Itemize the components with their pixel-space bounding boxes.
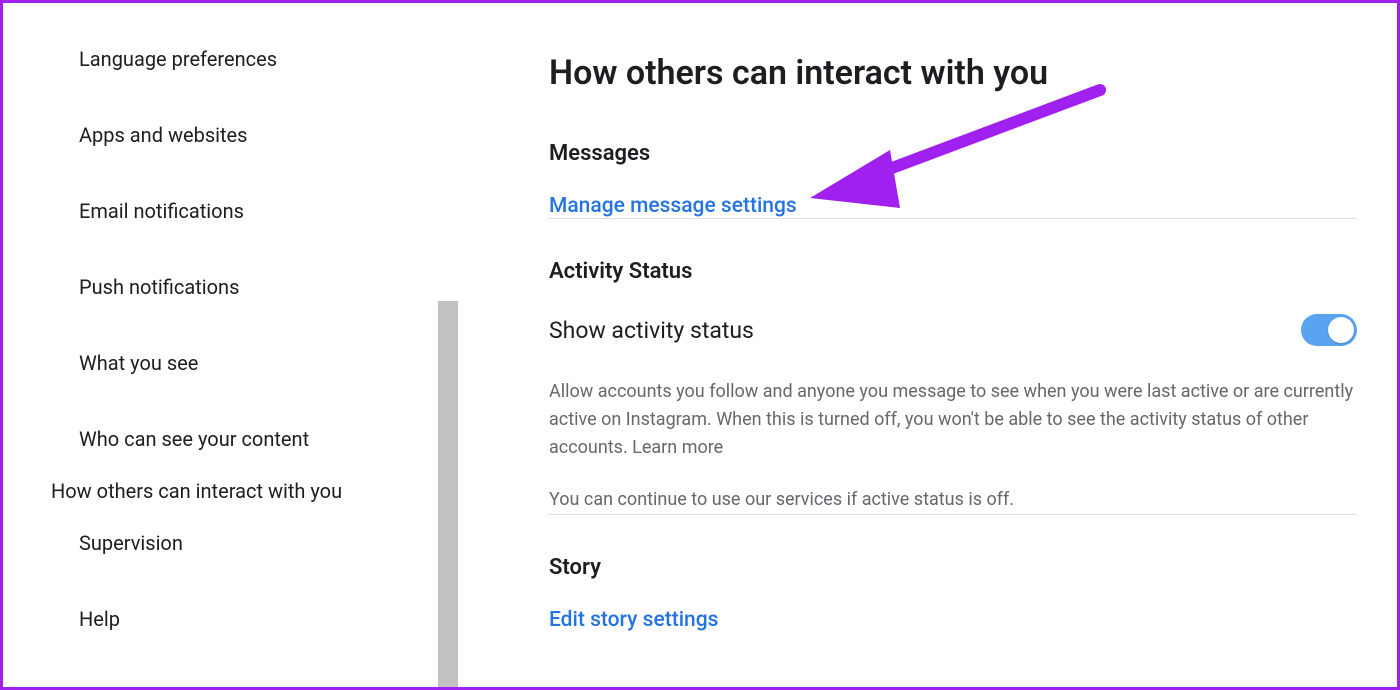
settings-main: How others can interact with you Message… xyxy=(459,3,1397,687)
toggle-knob xyxy=(1328,317,1354,343)
sidebar-item-how-others-can-interact[interactable]: How others can interact with you xyxy=(3,477,458,505)
edit-story-settings-link[interactable]: Edit story settings xyxy=(549,608,718,632)
section-divider xyxy=(549,218,1357,219)
activity-status-label: Show activity status xyxy=(549,317,754,344)
section-heading-messages: Messages xyxy=(549,141,1357,166)
sidebar-item-help[interactable]: Help xyxy=(3,581,458,657)
sidebar-item-push-notifications[interactable]: Push notifications xyxy=(3,249,458,325)
sidebar-item-how-others-can-interact-label: How others can interact with you xyxy=(51,477,410,505)
sidebar-item-supervision[interactable]: Supervision xyxy=(3,505,458,581)
activity-status-row: Show activity status xyxy=(549,314,1357,346)
section-divider xyxy=(549,514,1357,515)
settings-sidebar: Language preferences Apps and websites E… xyxy=(3,3,458,687)
sidebar-item-who-can-see-your-content[interactable]: Who can see your content xyxy=(3,401,458,477)
sidebar-item-apps-and-websites[interactable]: Apps and websites xyxy=(3,97,458,173)
section-heading-activity-status: Activity Status xyxy=(549,259,1357,284)
sidebar-scroll[interactable]: Language preferences Apps and websites E… xyxy=(3,21,458,687)
section-story: Story Edit story settings xyxy=(549,555,1357,632)
manage-message-settings-link[interactable]: Manage message settings xyxy=(549,194,797,218)
sidebar-item-what-you-see[interactable]: What you see xyxy=(3,325,458,401)
sidebar-item-language-preferences[interactable]: Language preferences xyxy=(3,21,458,97)
sidebar-scrollbar-thumb[interactable] xyxy=(438,301,458,690)
page-title: How others can interact with you xyxy=(549,53,1357,93)
section-heading-story: Story xyxy=(549,555,1357,580)
activity-status-description-2: You can continue to use our services if … xyxy=(549,486,1357,514)
sidebar-item-email-notifications[interactable]: Email notifications xyxy=(3,173,458,249)
activity-status-description-1: Allow accounts you follow and anyone you… xyxy=(549,378,1357,462)
settings-frame: Language preferences Apps and websites E… xyxy=(0,0,1400,690)
activity-status-toggle[interactable] xyxy=(1301,314,1357,346)
section-activity-status: Activity Status Show activity status All… xyxy=(549,259,1357,514)
sidebar-scrollbar[interactable] xyxy=(438,3,458,687)
